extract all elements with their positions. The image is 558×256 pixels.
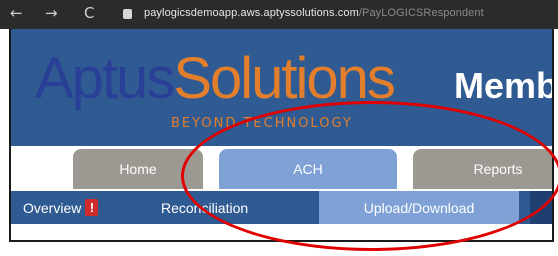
alert-icon: ! (85, 199, 99, 216)
address-bar[interactable]: paylogicsdemoapp.aws.aptyssolutions.com/… (144, 7, 484, 19)
tab-home-label: Home (119, 161, 157, 177)
reload-icon[interactable]: C (84, 4, 94, 22)
url-path: /PayLOGICSRespondent (358, 7, 484, 19)
forward-icon[interactable]: → (45, 4, 58, 22)
lock-icon (123, 9, 132, 19)
back-icon[interactable]: ← (10, 4, 23, 22)
subnav-overview[interactable]: Overview ! (23, 191, 99, 224)
annotation-ellipse (181, 101, 558, 251)
subnav-overview-label: Overview (23, 199, 82, 216)
browser-toolbar: ← → C paylogicsdemoapp.aws.aptyssolution… (0, 0, 558, 29)
url-host: paylogicsdemoapp.aws.aptyssolutions.com (144, 7, 359, 19)
page-title: Memb (454, 65, 554, 106)
logo-aptus: Aptus (35, 46, 175, 111)
